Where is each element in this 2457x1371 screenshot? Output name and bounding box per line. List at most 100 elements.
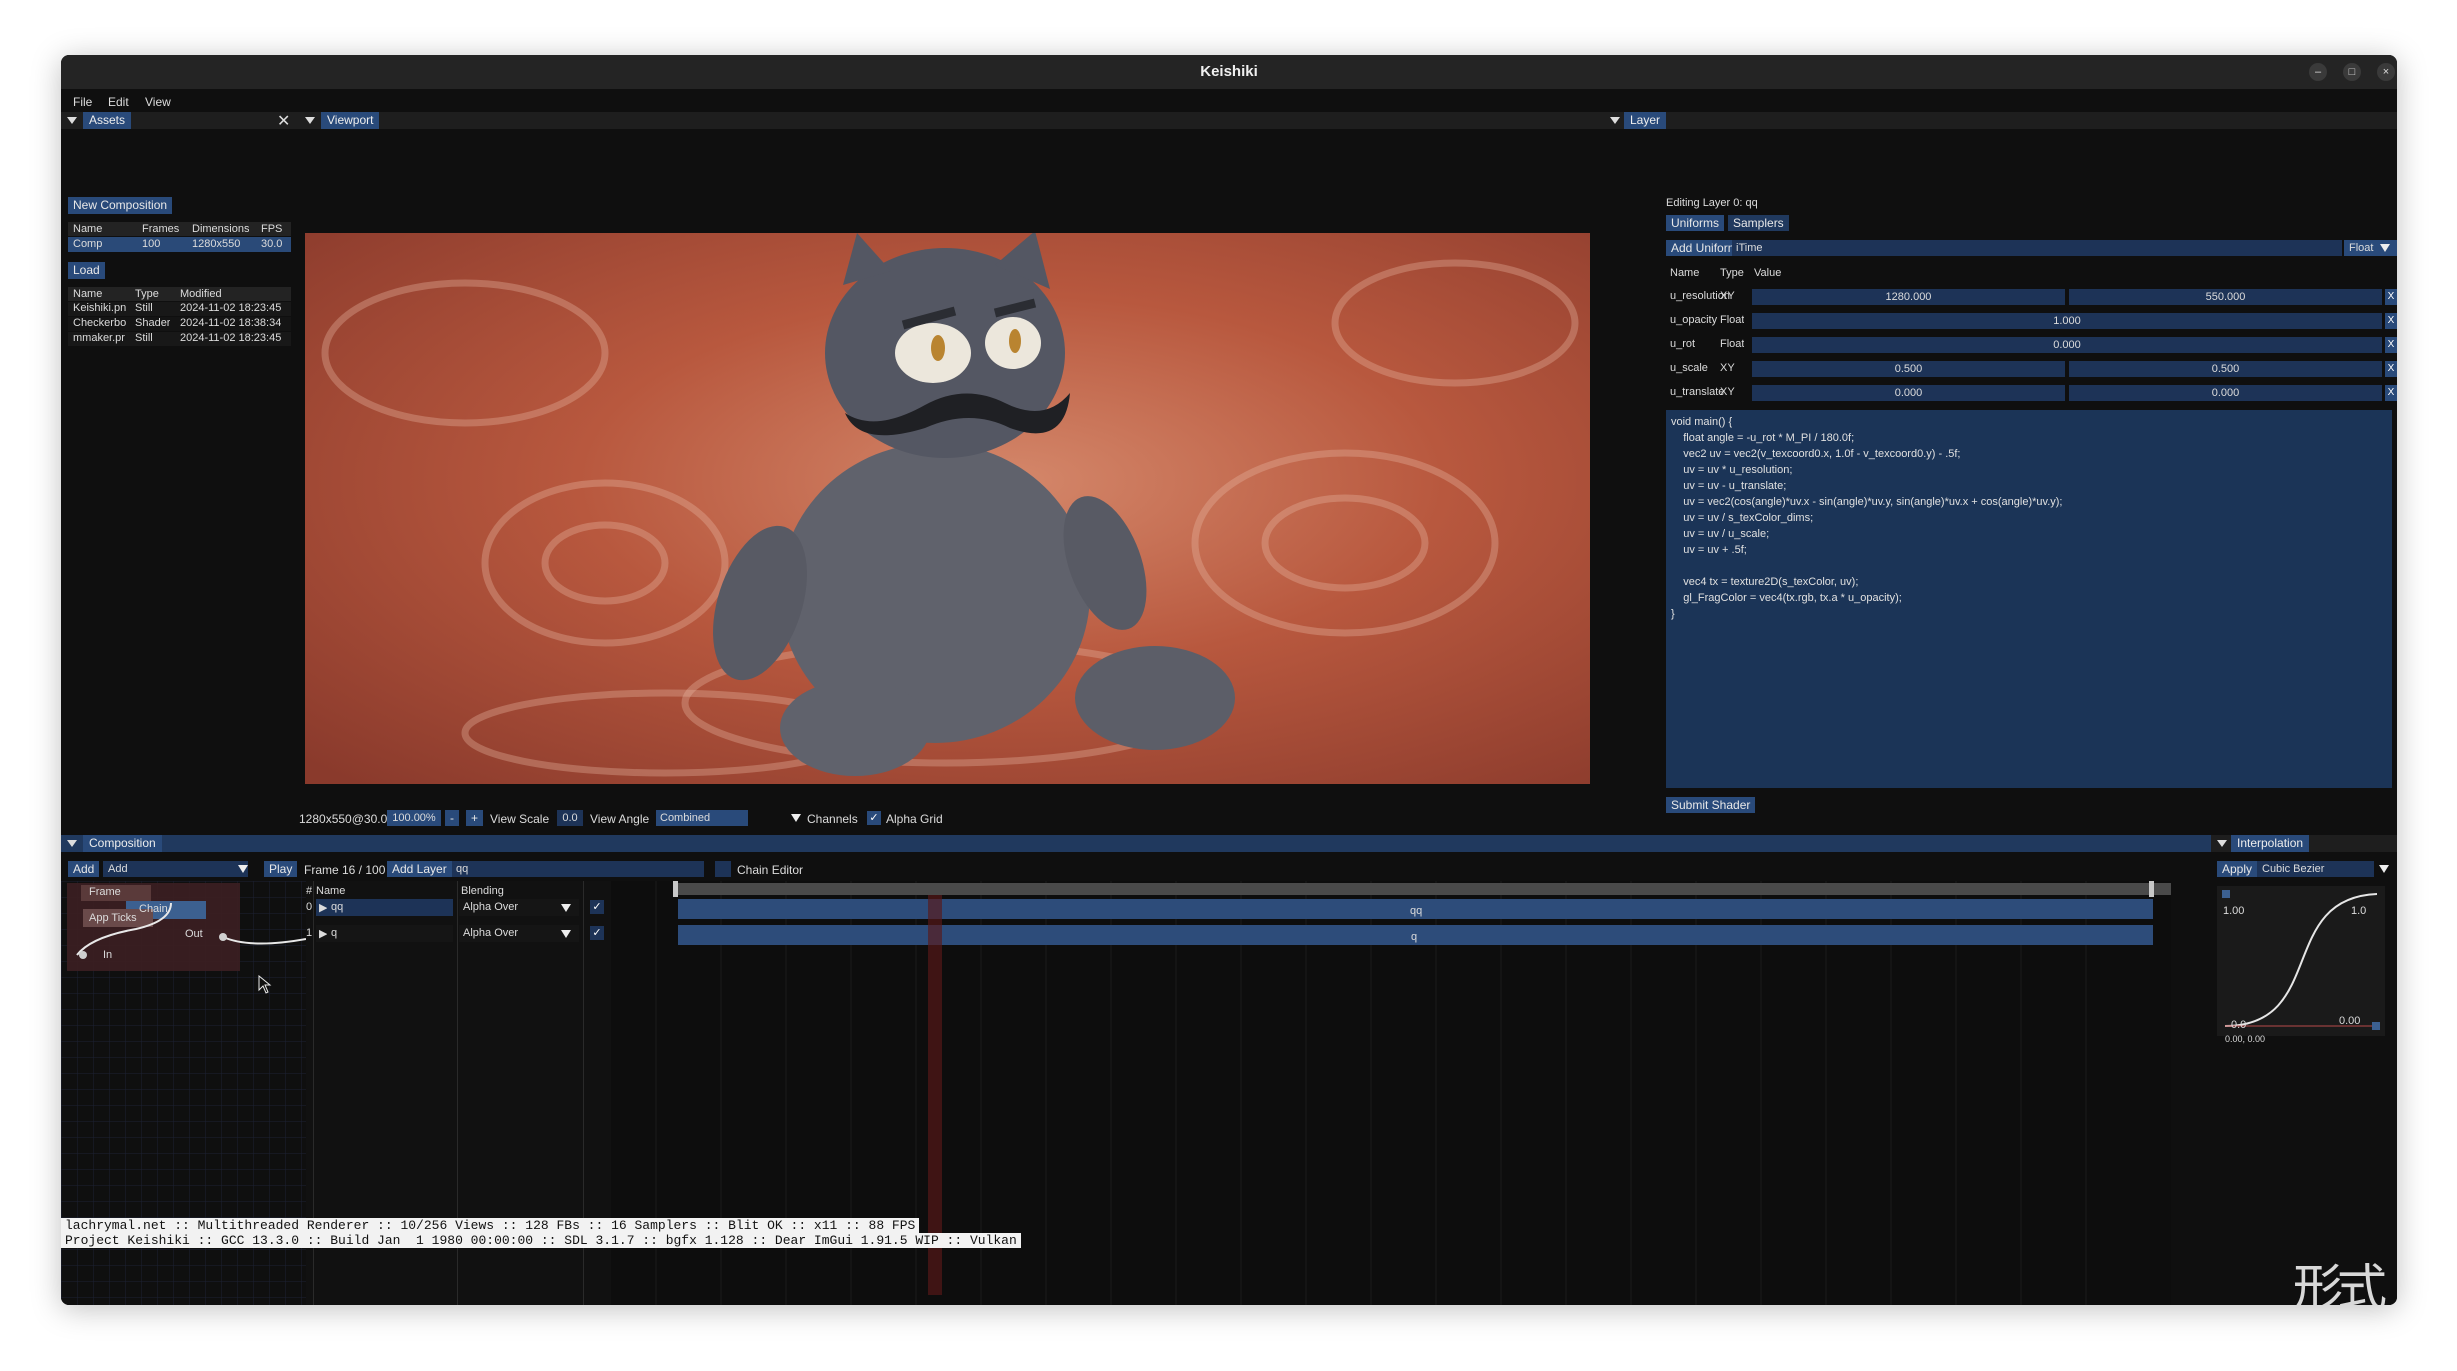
channels-value: Combined [660, 812, 711, 824]
remove-uniform-button[interactable]: X [2385, 337, 2397, 353]
uniform-value-y[interactable]: 0.000 [2069, 385, 2382, 401]
load-button[interactable]: Load [68, 262, 105, 279]
uniform-value-x[interactable]: 0.500 [1752, 361, 2065, 377]
collapse-icon[interactable] [1610, 117, 1620, 124]
collapse-icon[interactable] [67, 840, 77, 847]
tab-samplers[interactable]: Samplers [1728, 215, 1789, 231]
comp-fps: 30.0 [261, 238, 283, 250]
layer-name: q [331, 927, 338, 939]
zoom-field[interactable]: 100.00% [387, 810, 441, 826]
close-window-icon[interactable]: × [2377, 63, 2395, 81]
col-value: Value [1754, 267, 1782, 279]
remove-uniform-button[interactable]: X [2385, 313, 2397, 329]
uniform-value[interactable]: 0.000 [1752, 337, 2382, 353]
node-frame-label: Frame [89, 886, 121, 898]
new-composition-button[interactable]: New Composition [68, 197, 173, 214]
uniform-value-x[interactable]: 1280.000 [1752, 289, 2065, 305]
in-socket-icon[interactable] [79, 951, 87, 959]
play-button[interactable]: Play [264, 861, 298, 877]
alpha-grid-checkbox[interactable]: ✓ [867, 811, 881, 825]
minimize-icon[interactable]: – [2309, 63, 2327, 81]
add-node-button[interactable]: Add [68, 861, 100, 877]
menu-view[interactable]: View [145, 95, 171, 109]
keishiki-logo: 形式 [2293, 1259, 2387, 1305]
node-out-label: Out [185, 928, 203, 940]
timeline-ruler[interactable] [673, 883, 2171, 895]
zoom-in-button[interactable]: + [466, 810, 484, 826]
comp-dimensions: 1280x550 [192, 238, 241, 250]
shader-editor[interactable]: void main() { float angle = -u_rot * M_P… [1666, 410, 2392, 788]
layer-index: 1 [306, 927, 313, 939]
add-layer-button[interactable]: Add Layer [387, 861, 452, 877]
remove-uniform-button[interactable]: X [2385, 385, 2397, 401]
range-end-handle[interactable] [2149, 881, 2154, 897]
col-index: # [306, 885, 313, 897]
resolution-readout: 1280x550@30.0 [299, 812, 388, 826]
tab-interpolation[interactable]: Interpolation [2231, 835, 2310, 852]
chain-editor-label: Chain Editor [737, 863, 804, 877]
col-name: Name [73, 223, 103, 235]
menu-edit[interactable]: Edit [108, 95, 129, 109]
col-name: Name [1670, 267, 1700, 279]
control-point-handle[interactable] [2372, 1022, 2380, 1030]
tab-uniforms[interactable]: Uniforms [1666, 215, 1725, 231]
col-type: Type [1720, 267, 1744, 279]
layer-name-input[interactable]: qq [452, 861, 704, 877]
uniform-value-x[interactable]: 0.000 [1752, 385, 2065, 401]
interp-axis-label: 0.00, 0.00 [2225, 1034, 2266, 1044]
tab-viewport[interactable]: Viewport [321, 112, 380, 129]
uniform-name-input[interactable]: iTime [1732, 240, 2342, 256]
col-dimensions: Dimensions [192, 223, 250, 235]
chevron-down-icon[interactable] [561, 904, 571, 912]
uniform-value-y[interactable]: 550.000 [2069, 289, 2382, 305]
render-preview[interactable] [305, 233, 1590, 784]
uniform-name: u_translate [1670, 386, 1725, 398]
file-modified: 2024-11-02 18:23:45 [180, 302, 282, 314]
interpolation-panel: Interpolation Apply Cubic Bezier 1.00 1.… [2211, 835, 2397, 1305]
expand-icon[interactable]: ▶ [319, 927, 327, 940]
layer-panel-titlebar: Layer [1604, 112, 2397, 129]
control-point-handle[interactable] [2222, 890, 2230, 898]
file-modified: 2024-11-02 18:38:34 [180, 317, 282, 329]
file-type: Still [135, 332, 153, 344]
chevron-down-icon[interactable] [238, 865, 248, 873]
view-scale-field[interactable]: 0.0 [557, 810, 583, 826]
maximize-icon[interactable]: □ [2343, 63, 2361, 81]
chevron-down-icon[interactable] [2379, 865, 2389, 873]
tab-assets[interactable]: Assets [83, 112, 132, 129]
tab-composition[interactable]: Composition [83, 835, 162, 852]
col-name: Name [316, 885, 346, 897]
out-socket-icon[interactable] [219, 933, 227, 941]
collapse-icon[interactable] [2217, 840, 2227, 847]
range-start-handle[interactable] [673, 881, 678, 897]
chevron-down-icon[interactable] [791, 814, 801, 822]
interpolation-panel-titlebar: Interpolation [2211, 835, 2397, 852]
zoom-out-button[interactable]: - [445, 810, 459, 826]
col-type: Type [135, 288, 159, 300]
chain-editor-checkbox[interactable] [715, 861, 731, 877]
uniform-value-y[interactable]: 0.500 [2069, 361, 2382, 377]
collapse-icon[interactable] [305, 117, 315, 124]
layer-bar-label: q [1411, 931, 1418, 943]
uniform-value[interactable]: 1.000 [1752, 313, 2382, 329]
layer-visible-checkbox[interactable]: ✓ [590, 900, 604, 914]
node-type-select[interactable]: Add [103, 861, 248, 877]
expand-icon[interactable]: ▶ [319, 901, 327, 914]
submit-shader-button[interactable]: Submit Shader [1666, 797, 1756, 813]
menu-file[interactable]: File [73, 95, 92, 109]
layer-panel: Layer Editing Layer 0: qq Uniforms Sampl… [1604, 112, 2397, 835]
channels-select[interactable]: Combined [656, 810, 748, 826]
apply-button[interactable]: Apply [2217, 861, 2258, 877]
collapse-icon[interactable] [67, 117, 77, 124]
remove-uniform-button[interactable]: X [2385, 361, 2397, 377]
col-fps: FPS [261, 223, 283, 235]
chevron-down-icon[interactable] [561, 930, 571, 938]
chevron-down-icon[interactable] [2380, 244, 2390, 252]
interpolation-mode-select[interactable]: Cubic Bezier [2257, 861, 2374, 877]
close-icon[interactable]: ✕ [277, 111, 290, 131]
tab-layer[interactable]: Layer [1624, 112, 1667, 129]
remove-uniform-button[interactable]: X [2385, 289, 2397, 305]
title-bar: Keishiki [61, 55, 2397, 89]
layer-visible-checkbox[interactable]: ✓ [590, 926, 604, 940]
interpolation-mode-value: Cubic Bezier [2262, 863, 2325, 875]
